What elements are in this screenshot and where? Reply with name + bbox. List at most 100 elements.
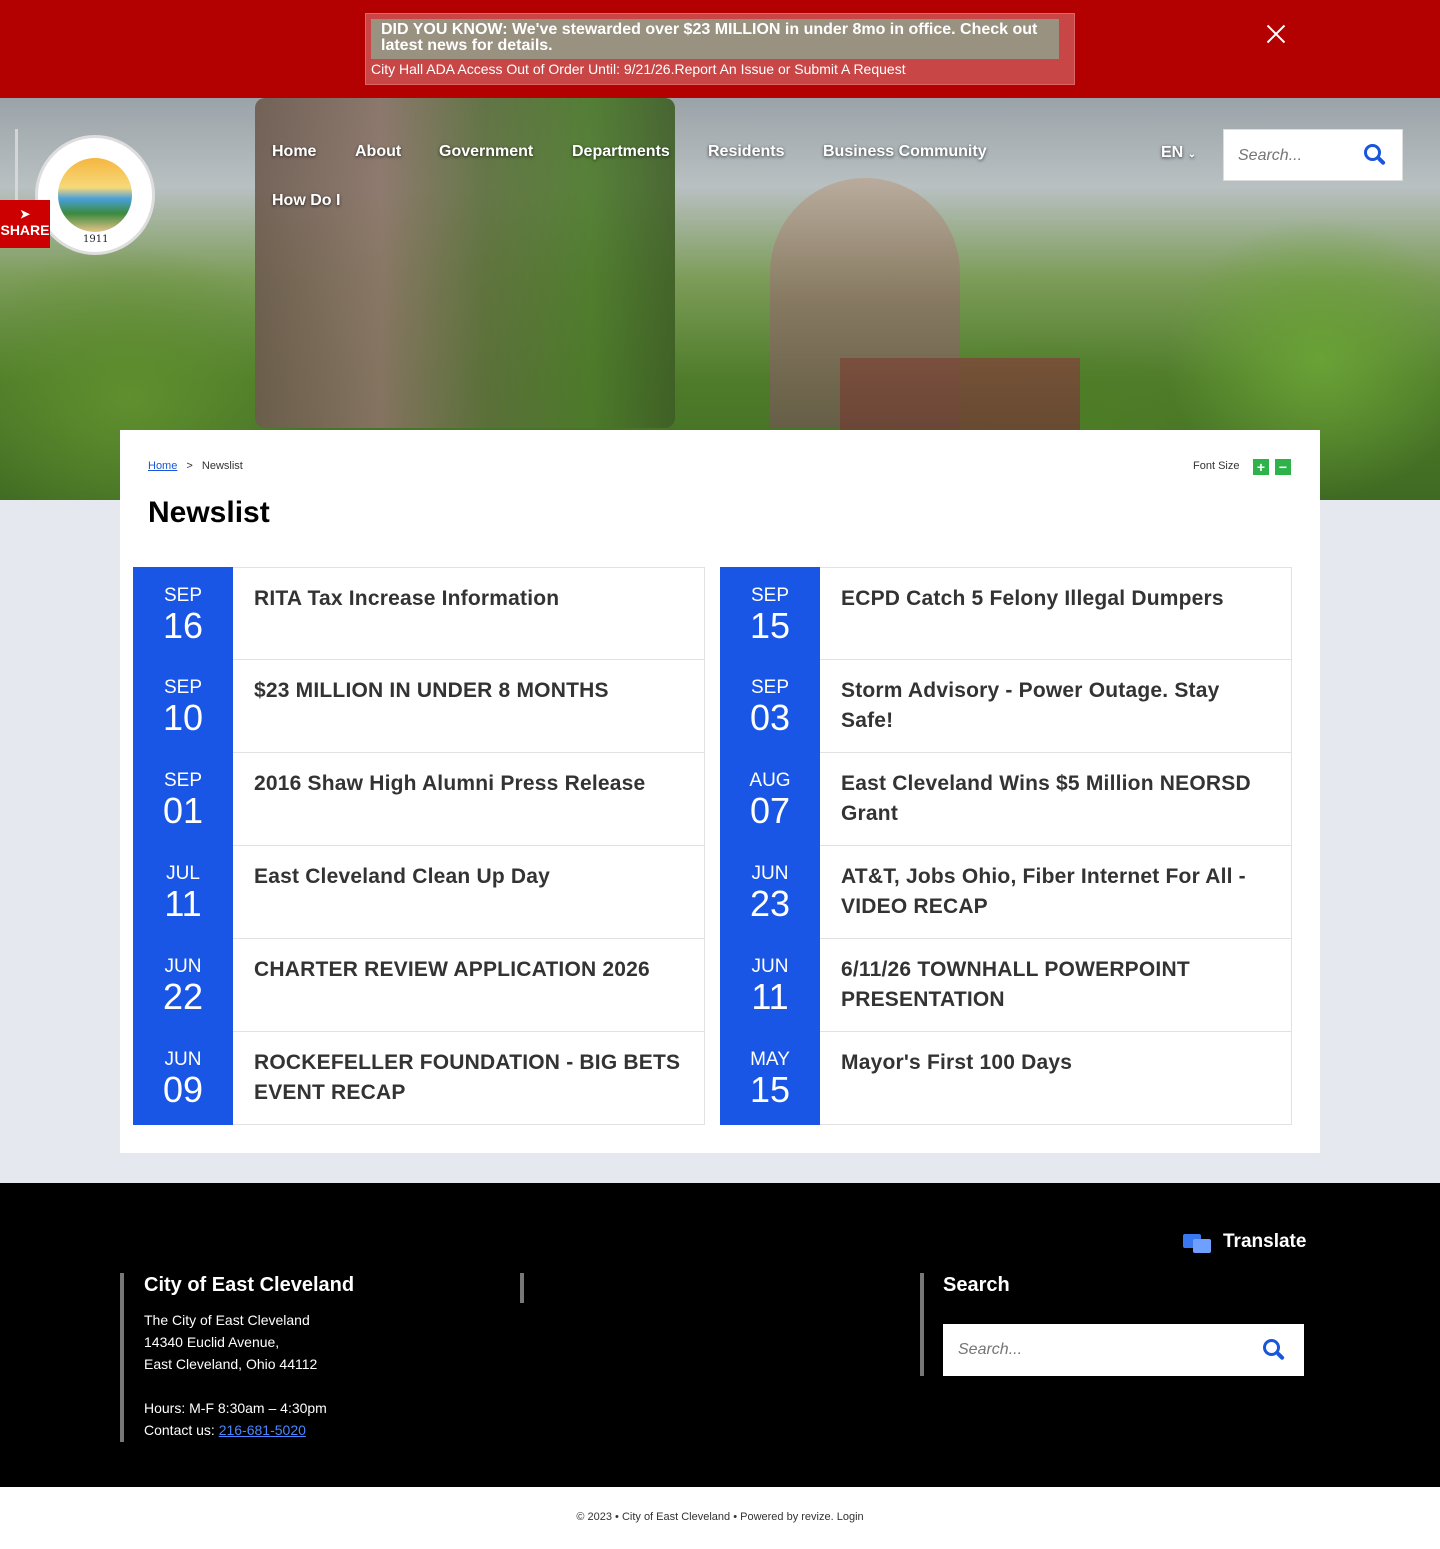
date-day: 09 bbox=[162, 1069, 204, 1110]
footer: Translate City of East Cleveland The Cit… bbox=[0, 1183, 1440, 1487]
date-month: JUN bbox=[751, 956, 789, 977]
news-item[interactable]: AUG 07 East Cleveland Wins $5 Million NE… bbox=[720, 752, 1292, 846]
copyright: © 2023 • City of East Cleveland • Powere… bbox=[576, 1511, 864, 1523]
date-badge: JUN 23 bbox=[720, 845, 820, 939]
breadcrumb-separator: > bbox=[186, 460, 193, 472]
date-badge: SEP 16 bbox=[133, 567, 233, 661]
news-item[interactable]: SEP 10 $23 MILLION IN UNDER 8 MONTHS bbox=[133, 659, 705, 753]
date-badge: SEP 01 bbox=[133, 752, 233, 846]
news-item[interactable]: JUL 11 East Cleveland Clean Up Day bbox=[133, 845, 705, 939]
date-day: 15 bbox=[749, 1069, 791, 1110]
news-item[interactable]: JUN 23 AT&T, Jobs Ohio, Fiber Internet F… bbox=[720, 845, 1292, 939]
news-title[interactable]: 6/11/26 TOWNHALL POWERPOINT PRESENTATION bbox=[841, 955, 1271, 1015]
footer-address-line: The City of East Cleveland bbox=[144, 1312, 310, 1328]
search-icon[interactable] bbox=[1364, 144, 1386, 166]
news-item[interactable]: MAY 15 Mayor's First 100 Days bbox=[720, 1031, 1292, 1125]
font-size-increase-button[interactable]: + bbox=[1253, 459, 1269, 475]
date-month: MAY bbox=[750, 1049, 790, 1070]
news-item[interactable]: SEP 15 ECPD Catch 5 Felony Illegal Dumpe… bbox=[720, 567, 1292, 661]
news-title[interactable]: RITA Tax Increase Information bbox=[254, 584, 684, 614]
news-title[interactable]: AT&T, Jobs Ohio, Fiber Internet For All … bbox=[841, 862, 1271, 922]
share-button[interactable]: ➤ SHARE bbox=[0, 200, 50, 248]
date-month: SEP bbox=[163, 770, 203, 791]
date-badge: SEP 03 bbox=[720, 659, 820, 753]
footer-address-line: 14340 Euclid Avenue, bbox=[144, 1334, 280, 1350]
language-selector[interactable]: EN ⌄ bbox=[1161, 144, 1196, 162]
footer-divider bbox=[920, 1273, 924, 1376]
alert-bar: DID YOU KNOW: We've stewarded over $23 M… bbox=[0, 0, 1440, 98]
date-badge: JUL 11 bbox=[133, 845, 233, 939]
language-label: EN bbox=[1161, 144, 1184, 161]
news-title[interactable]: ECPD Catch 5 Felony Illegal Dumpers bbox=[841, 584, 1271, 614]
seal-emblem bbox=[58, 158, 132, 232]
search-icon[interactable] bbox=[1263, 1339, 1285, 1361]
date-day: 10 bbox=[162, 697, 204, 738]
footer-divider bbox=[120, 1273, 124, 1442]
news-title[interactable]: CHARTER REVIEW APPLICATION 2026 bbox=[254, 955, 684, 985]
date-day: 03 bbox=[749, 697, 791, 738]
news-title[interactable]: 2016 Shaw High Alumni Press Release bbox=[254, 769, 684, 799]
date-month: AUG bbox=[749, 770, 791, 791]
date-month: SEP bbox=[750, 677, 790, 698]
date-month: JUN bbox=[164, 1049, 202, 1070]
date-day: 16 bbox=[162, 605, 204, 646]
footer-phone-link[interactable]: 216-681-5020 bbox=[219, 1422, 306, 1438]
bottom-bar: © 2023 • City of East Cleveland • Powere… bbox=[0, 1487, 1440, 1549]
nav-residents[interactable]: Residents bbox=[708, 143, 784, 161]
news-item[interactable]: SEP 03 Storm Advisory - Power Outage. St… bbox=[720, 659, 1292, 753]
news-list-right: SEP 15 ECPD Catch 5 Felony Illegal Dumpe… bbox=[720, 567, 1292, 1125]
nav-about[interactable]: About bbox=[355, 143, 401, 161]
news-title[interactable]: Storm Advisory - Power Outage. Stay Safe… bbox=[841, 676, 1271, 736]
header-search bbox=[1223, 129, 1403, 181]
alert-headline[interactable]: DID YOU KNOW: We've stewarded over $23 M… bbox=[371, 19, 1059, 59]
footer-city-heading: City of East Cleveland bbox=[144, 1274, 355, 1296]
header-search-input[interactable] bbox=[1238, 144, 1358, 168]
news-title[interactable]: East Cleveland Clean Up Day bbox=[254, 862, 684, 892]
share-label: SHARE bbox=[0, 222, 50, 238]
news-title[interactable]: ROCKEFELLER FOUNDATION - BIG BETS EVENT … bbox=[254, 1048, 684, 1108]
footer-contact: Contact us: 216-681-5020 bbox=[144, 1419, 327, 1441]
date-month: SEP bbox=[750, 585, 790, 606]
date-badge: JUN 09 bbox=[133, 1031, 233, 1125]
date-month: JUN bbox=[164, 956, 202, 977]
breadcrumb: Home > Newslist bbox=[148, 460, 243, 472]
translate-label: Translate bbox=[1223, 1231, 1307, 1252]
alert-box: DID YOU KNOW: We've stewarded over $23 M… bbox=[365, 13, 1075, 85]
footer-hours: Hours: M-F 8:30am – 4:30pm bbox=[144, 1400, 327, 1416]
city-seal-logo[interactable]: 1911 bbox=[35, 135, 155, 255]
date-month: JUN bbox=[751, 863, 789, 884]
news-item[interactable]: SEP 16 RITA Tax Increase Information bbox=[133, 567, 705, 661]
date-badge: JUN 22 bbox=[133, 938, 233, 1032]
news-item[interactable]: JUN 09 ROCKEFELLER FOUNDATION - BIG BETS… bbox=[133, 1031, 705, 1125]
nav-departments[interactable]: Departments bbox=[572, 143, 670, 161]
news-title[interactable]: $23 MILLION IN UNDER 8 MONTHS bbox=[254, 676, 684, 706]
breadcrumb-current: Newslist bbox=[201, 460, 243, 472]
news-title[interactable]: Mayor's First 100 Days bbox=[841, 1048, 1271, 1078]
date-badge: AUG 07 bbox=[720, 752, 820, 846]
nav-government[interactable]: Government bbox=[439, 143, 533, 161]
news-title[interactable]: East Cleveland Wins $5 Million NEORSD Gr… bbox=[841, 769, 1271, 829]
breadcrumb-home-link[interactable]: Home bbox=[148, 460, 177, 472]
footer-search-input[interactable] bbox=[958, 1338, 1238, 1362]
news-item[interactable]: JUN 22 CHARTER REVIEW APPLICATION 2026 bbox=[133, 938, 705, 1032]
share-divider bbox=[15, 129, 18, 200]
date-day: 07 bbox=[749, 790, 791, 831]
nav-how-do-i[interactable]: How Do I bbox=[272, 192, 340, 210]
news-item[interactable]: JUN 11 6/11/26 TOWNHALL POWERPOINT PRESE… bbox=[720, 938, 1292, 1032]
footer-address: The City of East Cleveland 14340 Euclid … bbox=[144, 1309, 327, 1441]
news-item[interactable]: SEP 01 2016 Shaw High Alumni Press Relea… bbox=[133, 752, 705, 846]
share-icon: ➤ bbox=[19, 207, 31, 221]
font-size-decrease-button[interactable]: − bbox=[1275, 459, 1291, 475]
nav-home[interactable]: Home bbox=[272, 143, 316, 161]
date-day: 11 bbox=[751, 976, 789, 1017]
footer-search-heading: Search bbox=[943, 1274, 1010, 1296]
date-day: 23 bbox=[749, 883, 791, 924]
close-icon[interactable] bbox=[1262, 20, 1290, 48]
footer-search bbox=[943, 1324, 1304, 1376]
font-size-label: Font Size bbox=[1193, 460, 1240, 472]
date-day: 22 bbox=[162, 976, 204, 1017]
alert-sub[interactable]: City Hall ADA Access Out of Order Until:… bbox=[371, 61, 906, 77]
nav-business-community[interactable]: Business Community bbox=[823, 143, 987, 161]
content-card: Home > Newslist Font Size + − Newslist S… bbox=[120, 430, 1320, 1153]
date-day: 11 bbox=[164, 883, 202, 924]
